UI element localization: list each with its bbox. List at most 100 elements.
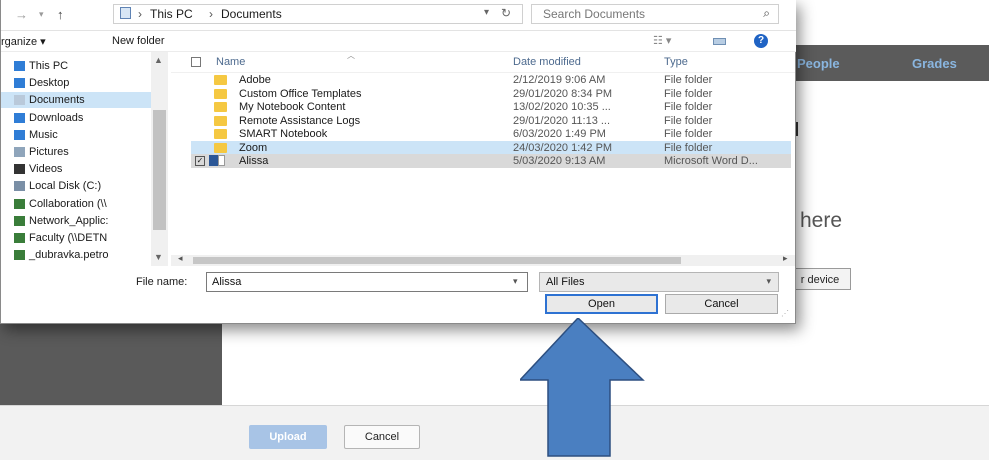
resize-grip-icon[interactable]: ⋰ bbox=[781, 309, 789, 318]
row-checkbox[interactable]: ✓ bbox=[195, 156, 205, 166]
column-header-date[interactable]: Date modified bbox=[513, 56, 581, 68]
desktop-icon bbox=[14, 78, 25, 89]
recent-dropdown-icon[interactable]: ▾ bbox=[39, 9, 44, 20]
file-type-dropdown-icon: ▾ bbox=[766, 276, 771, 286]
upload-button[interactable]: Upload bbox=[249, 425, 327, 449]
file-date-modified: 24/03/2020 1:42 PM bbox=[513, 141, 613, 154]
nav-item-label: Videos bbox=[29, 163, 63, 176]
file-date-modified: 29/01/2020 11:13 ... bbox=[513, 114, 611, 127]
pc-icon bbox=[120, 7, 131, 19]
file-type-select[interactable]: All Files ▾ bbox=[539, 272, 779, 292]
nav-item-label: Local Disk (C:) bbox=[29, 180, 102, 193]
file-row[interactable]: My Notebook Content 13/02/2020 10:35 ... F… bbox=[191, 100, 791, 114]
sort-caret-icon: ︿ bbox=[347, 52, 355, 60]
file-list-horizontal-scrollbar[interactable]: ◂ ▸ bbox=[171, 253, 795, 266]
view-options-icon[interactable]: ☷ ▾ bbox=[653, 34, 671, 47]
help-icon[interactable]: ? bbox=[754, 34, 768, 48]
file-name: Adobe bbox=[239, 74, 271, 86]
arrow-shape bbox=[520, 318, 645, 457]
nav-item[interactable]: Network_Applic: bbox=[1, 213, 151, 229]
nav-item[interactable]: This PC bbox=[1, 58, 151, 74]
nav-item[interactable]: Music bbox=[1, 127, 151, 143]
file-name: Zoom bbox=[239, 141, 268, 154]
nav-item-label: Network_Applic: bbox=[29, 214, 109, 227]
network-drive-icon bbox=[14, 233, 25, 243]
breadcrumb-documents[interactable]: Documents bbox=[221, 7, 282, 21]
drop-zone-text: here bbox=[800, 209, 843, 232]
dialog-cancel-button[interactable]: Cancel bbox=[665, 294, 778, 314]
folder-icon bbox=[214, 142, 227, 153]
column-header-name[interactable]: Name bbox=[216, 56, 245, 68]
file-type: File folder bbox=[664, 141, 713, 154]
nav-item[interactable]: Faculty (\\DETN bbox=[1, 230, 151, 246]
search-placeholder: Search Documents bbox=[543, 7, 646, 21]
file-row[interactable]: SMART Notebook 6/03/2020 1:49 PM File fold… bbox=[191, 127, 791, 141]
file-row[interactable]: Zoom 24/03/2020 1:42 PM File folder bbox=[191, 140, 791, 155]
nav-item[interactable]: Local Disk (C:) bbox=[1, 178, 151, 194]
back-arrow-icon[interactable]: → bbox=[15, 7, 28, 22]
nav-tab-people[interactable]: People bbox=[797, 56, 840, 71]
up-arrow-icon[interactable]: ↑ bbox=[57, 7, 64, 22]
address-bar[interactable]: › This PC › Documents ▾ ↻ bbox=[113, 4, 523, 24]
address-dropdown-icon[interactable]: ▾ bbox=[484, 7, 489, 18]
scroll-right-icon[interactable]: ▸ bbox=[783, 253, 788, 264]
nav-item-label: Music bbox=[29, 128, 58, 141]
scroll-down-icon[interactable]: ▼ bbox=[154, 252, 163, 262]
folder-icon bbox=[214, 75, 227, 85]
file-open-dialog: → ▾ ↑ › This PC › Documents ▾ ↻ Search D… bbox=[0, 0, 796, 324]
file-row[interactable]: ✓ Alissa 5/03/2020 9:13 AM Microsoft Word D… bbox=[191, 154, 791, 168]
file-type: Microsoft Word D... bbox=[664, 155, 758, 167]
file-type: File folder bbox=[664, 128, 713, 140]
folder-icon bbox=[214, 102, 227, 112]
file-row[interactable]: Custom Office Templates 29/01/2020 8:34 P… bbox=[191, 87, 791, 101]
page-cancel-button[interactable]: Cancel bbox=[344, 425, 420, 449]
address-row: → ▾ ↑ › This PC › Documents ▾ ↻ Search D… bbox=[1, 0, 796, 31]
preview-pane-icon[interactable] bbox=[713, 38, 726, 45]
nav-item[interactable]: Collaboration (\\ bbox=[1, 196, 151, 212]
music-icon bbox=[14, 129, 25, 140]
file-date-modified: 6/03/2020 1:49 PM bbox=[513, 128, 606, 140]
organize-button[interactable]: rganize ▾ bbox=[1, 35, 46, 48]
upload-from-device-button[interactable]: r device bbox=[789, 268, 851, 290]
new-folder-button[interactable]: New folder bbox=[112, 35, 165, 47]
select-all-checkbox[interactable] bbox=[191, 57, 201, 67]
file-name-input[interactable] bbox=[206, 272, 528, 292]
nav-item[interactable]: Downloads bbox=[1, 110, 151, 126]
page-footer-bar bbox=[0, 405, 989, 460]
file-name-label: File name: bbox=[136, 276, 188, 288]
scroll-up-icon[interactable]: ▲ bbox=[154, 55, 163, 65]
nav-item[interactable]: Videos bbox=[1, 161, 151, 177]
open-button[interactable]: Open bbox=[545, 294, 658, 314]
documents-icon bbox=[14, 95, 25, 106]
file-date-modified: 13/02/2020 10:35 ... bbox=[513, 101, 611, 113]
breadcrumb-this-pc[interactable]: This PC bbox=[150, 7, 193, 21]
nav-item[interactable]: Desktop bbox=[1, 75, 151, 91]
scroll-left-icon[interactable]: ◂ bbox=[178, 253, 183, 264]
nav-item[interactable]: Documents bbox=[1, 92, 151, 109]
nav-item[interactable]: Pictures bbox=[1, 144, 151, 160]
file-type: File folder bbox=[664, 74, 713, 86]
nav-item[interactable]: _dubravka.petro bbox=[1, 247, 151, 263]
column-headers: Name ︿ Date modified Type bbox=[171, 52, 795, 73]
file-type: File folder bbox=[664, 114, 713, 127]
nav-tab-grades[interactable]: Grades bbox=[912, 56, 957, 71]
navigation-pane: This PC Desktop Documents Downloads Music Pic… bbox=[1, 52, 169, 266]
horizontal-scroll-thumb[interactable] bbox=[193, 257, 681, 264]
column-header-type[interactable]: Type bbox=[664, 56, 688, 68]
file-name-dropdown-icon[interactable]: ▾ bbox=[513, 276, 518, 287]
file-name: Alissa bbox=[239, 155, 269, 167]
breadcrumb-chevron-icon: › bbox=[138, 7, 142, 21]
file-list: Name ︿ Date modified Type Adobe 2/12/2019… bbox=[171, 52, 795, 266]
folder-icon bbox=[214, 115, 227, 126]
search-input[interactable]: Search Documents ⌕ bbox=[531, 4, 779, 24]
nav-pane-scroll-thumb[interactable] bbox=[153, 110, 166, 230]
file-row[interactable]: Adobe 2/12/2019 9:06 AM File folder bbox=[191, 73, 791, 87]
file-name: SMART Notebook bbox=[239, 128, 328, 140]
file-type: File folder bbox=[664, 101, 713, 113]
file-name: Remote Assistance Logs bbox=[239, 114, 361, 127]
pc-icon bbox=[14, 61, 25, 71]
file-row[interactable]: Remote Assistance Logs 29/01/2020 11:13 .… bbox=[191, 114, 791, 128]
file-type-value: All Files bbox=[546, 276, 585, 288]
refresh-icon[interactable]: ↻ bbox=[501, 6, 511, 20]
search-icon[interactable]: ⌕ bbox=[763, 6, 770, 21]
